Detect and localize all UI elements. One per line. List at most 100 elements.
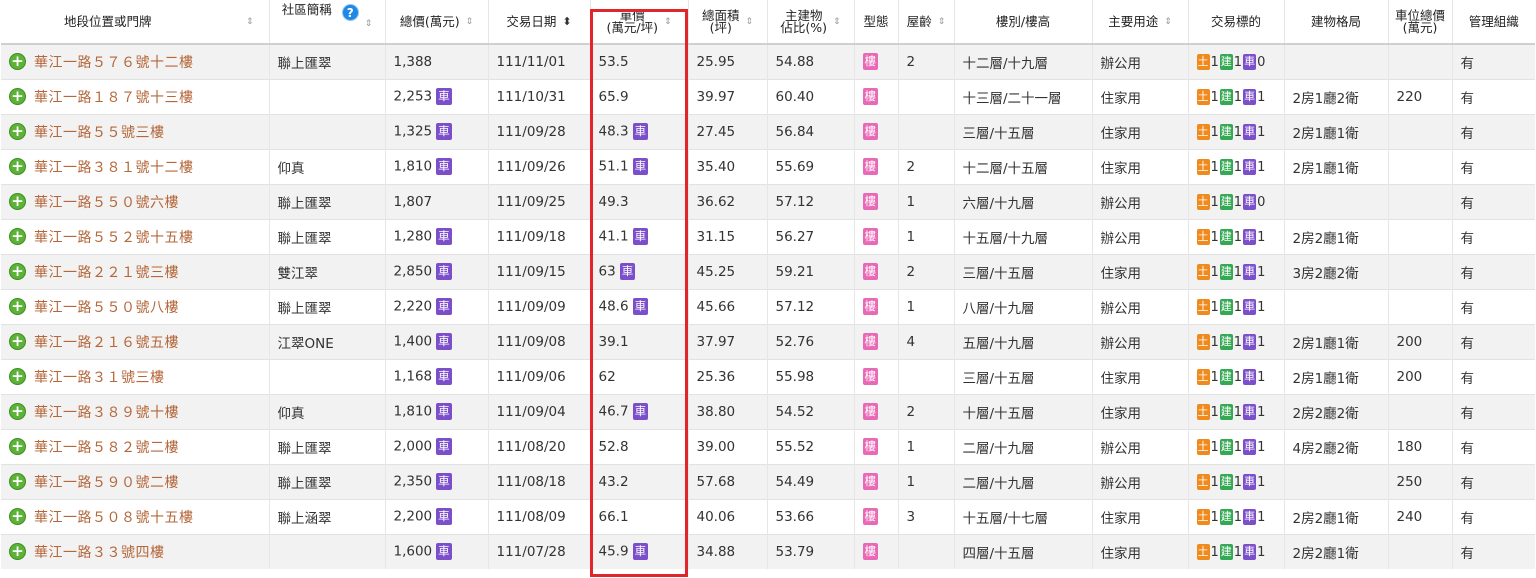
cell-address[interactable]: + 華江一路５７６號十二樓 — [1, 43, 269, 79]
address-link[interactable]: 華江一路３８１號十二樓 — [34, 157, 194, 177]
sort-icon[interactable]: ⇕ — [938, 16, 946, 28]
cell-floor: 二層/十九層 — [953, 463, 1092, 499]
address-link[interactable]: 華江一路２２１號三樓 — [34, 262, 179, 282]
cell-address[interactable]: + 華江一路５５０號八樓 — [1, 288, 269, 324]
table-row[interactable]: + 華江一路３８１號十二樓 仰真 1,810 車 111/09/26 51.1 車 … — [1, 148, 1535, 184]
cell-address[interactable]: + 華江一路５８２號二樓 — [1, 428, 269, 464]
sort-icon[interactable]: ⇕ — [365, 18, 373, 30]
cell-parking-price: 240 — [1387, 498, 1452, 534]
table-row[interactable]: + 華江一路５８２號二樓 聯上匯翠 2,000 車 111/08/20 52.8 … — [1, 428, 1535, 464]
cell-layout: 2房1廳1衛 — [1283, 148, 1388, 184]
address-link[interactable]: 華江一路５０８號十五樓 — [34, 507, 194, 527]
building-type-icon: 樓 — [862, 53, 878, 71]
expand-plus-icon[interactable]: + — [9, 263, 26, 280]
expand-plus-icon[interactable]: + — [9, 368, 26, 385]
cell-address[interactable]: + 華江一路５０８號十五樓 — [1, 498, 269, 534]
cell-main-ratio: 59.21 — [766, 253, 854, 289]
address-link[interactable]: 華江一路１８７號十三樓 — [34, 87, 194, 107]
sort-icon[interactable]: ⇕ — [833, 16, 841, 28]
table-row[interactable]: + 華江一路５０８號十五樓 聯上涵翠 2,200 車 111/08/09 66.1… — [1, 498, 1535, 534]
header-total-price[interactable]: 總價(萬元) ⇕ — [384, 0, 488, 45]
expand-plus-icon[interactable]: + — [9, 88, 26, 105]
cell-management: 有 — [1451, 43, 1535, 79]
cell-layout: 2房2廳1衛 — [1283, 533, 1388, 569]
total-price-value: 1,810 — [393, 158, 433, 175]
expand-plus-icon[interactable]: + — [9, 123, 26, 140]
sort-desc-icon[interactable]: ⬍ — [562, 15, 571, 28]
cell-address[interactable]: + 華江一路２２１號三樓 — [1, 253, 269, 289]
cell-address[interactable]: + 華江一路５５號三樓 — [1, 113, 269, 149]
sort-icon[interactable]: ⇕ — [246, 16, 254, 28]
expand-plus-icon[interactable]: + — [9, 228, 26, 245]
expand-plus-icon[interactable]: + — [9, 473, 26, 490]
help-icon[interactable]: ? — [341, 4, 359, 21]
expand-plus-icon[interactable]: + — [9, 438, 26, 455]
header-usage[interactable]: 主要用途 ⇕ — [1091, 0, 1188, 45]
expand-plus-icon[interactable]: + — [9, 543, 26, 561]
table-row[interactable]: + 華江一路２１６號五樓 江翠ONE 1,400 車 111/09/08 39.1… — [1, 323, 1535, 359]
expand-plus-icon[interactable]: + — [9, 158, 26, 175]
cell-community — [268, 533, 385, 569]
expand-plus-icon[interactable]: + — [9, 298, 26, 315]
table-row[interactable]: + 華江一路３８９號十樓 仰真 1,810 車 111/09/04 46.7 車 3… — [1, 393, 1535, 429]
address-link[interactable]: 華江一路３３號四樓 — [34, 542, 165, 562]
cell-address[interactable]: + 華江一路３１號三樓 — [1, 358, 269, 394]
table-row[interactable]: + 華江一路１８７號十三樓 2,253 車 111/10/31 65.9 39.9… — [1, 78, 1535, 114]
table-row[interactable]: + 華江一路５５號三樓 1,325 車 111/09/28 48.3 車 27.45… — [1, 113, 1535, 149]
sort-icon[interactable]: ⇕ — [1164, 16, 1172, 28]
table-row[interactable]: + 華江一路２２１號三樓 雙江翠 2,850 車 111/09/15 63 車 45… — [1, 253, 1535, 289]
table-row[interactable]: + 華江一路３３號四樓 1,600 車 111/07/28 45.9 車 34.88… — [1, 533, 1535, 569]
car-badge-icon: 車 — [632, 298, 649, 315]
cell-target: 土1 建1 車1 — [1187, 498, 1284, 534]
cell-address[interactable]: + 華江一路３３號四樓 — [1, 533, 269, 569]
header-date[interactable]: 交易日期 ⬍ — [487, 0, 590, 45]
cell-layout: 4房2廳2衛 — [1283, 428, 1388, 464]
sort-icon[interactable]: ⇕ — [745, 16, 753, 28]
expand-plus-icon[interactable]: + — [9, 508, 26, 525]
address-link[interactable]: 華江一路５７６號十二樓 — [34, 52, 194, 72]
sort-icon[interactable]: ⇕ — [664, 16, 672, 28]
expand-plus-icon[interactable]: + — [9, 53, 26, 71]
header-age[interactable]: 屋齡 ⇕ — [897, 0, 954, 45]
table-row[interactable]: + 華江一路５５０號八樓 聯上匯翠 2,220 車 111/09/09 48.6 車… — [1, 288, 1535, 324]
table-row[interactable]: + 華江一路３１號三樓 1,168 車 111/09/06 62 25.36 55… — [1, 358, 1535, 394]
building-count: 1 — [1233, 509, 1243, 525]
cell-total-price: 1,810 車 — [384, 393, 488, 429]
header-community[interactable]: 社區簡稱 ? ⇕ — [268, 0, 385, 45]
table-row[interactable]: + 華江一路５５０號六樓 聯上匯翠 1,807 111/09/25 49.3 3… — [1, 183, 1535, 219]
address-link[interactable]: 華江一路３８９號十樓 — [34, 402, 179, 422]
cell-type: 樓 — [853, 428, 898, 464]
cell-address[interactable]: + 華江一路１８７號十三樓 — [1, 78, 269, 114]
table-row[interactable]: + 華江一路５９０號二樓 聯上匯翠 2,350 車 111/08/18 43.2 … — [1, 463, 1535, 499]
building-count: 1 — [1233, 229, 1243, 245]
address-link[interactable]: 華江一路３１號三樓 — [34, 367, 165, 387]
address-link[interactable]: 華江一路２１６號五樓 — [34, 332, 179, 352]
cell-type: 樓 — [853, 253, 898, 289]
cell-address[interactable]: + 華江一路５５０號六樓 — [1, 183, 269, 219]
header-main-ratio[interactable]: 主建物 佔比(%) ⇕ — [766, 0, 854, 45]
header-address[interactable]: 地段位置或門牌 ⇕ — [1, 0, 269, 45]
header-unit-price[interactable]: 單價 (萬元/坪) ⇕ — [589, 0, 688, 45]
address-link[interactable]: 華江一路５５２號十五樓 — [34, 227, 194, 247]
table-row[interactable]: + 華江一路５５２號十五樓 聯上匯翠 1,280 車 111/09/18 41.1… — [1, 218, 1535, 254]
cell-address[interactable]: + 華江一路５９０號二樓 — [1, 463, 269, 499]
cell-address[interactable]: + 華江一路５５２號十五樓 — [1, 218, 269, 254]
address-link[interactable]: 華江一路５５號三樓 — [34, 122, 165, 142]
cell-address[interactable]: + 華江一路３８９號十樓 — [1, 393, 269, 429]
table-row[interactable]: + 華江一路５７６號十二樓 聯上匯翠 1,388 111/11/01 53.5 … — [1, 43, 1535, 79]
cell-address[interactable]: + 華江一路３８１號十二樓 — [1, 148, 269, 184]
cell-unit-price: 53.5 — [589, 43, 688, 79]
address-link[interactable]: 華江一路５５０號六樓 — [34, 192, 179, 212]
building-badge-icon: 建 — [1219, 474, 1233, 490]
address-link[interactable]: 華江一路５９０號二樓 — [34, 472, 179, 492]
sort-icon[interactable]: ⇕ — [466, 16, 474, 28]
expand-plus-icon[interactable]: + — [9, 333, 26, 350]
cell-usage: 住家用 — [1091, 358, 1188, 394]
cell-community — [268, 78, 385, 114]
address-link[interactable]: 華江一路５５０號八樓 — [34, 297, 179, 317]
cell-address[interactable]: + 華江一路２１６號五樓 — [1, 323, 269, 359]
header-total-area[interactable]: 總面積 (坪) ⇕ — [687, 0, 767, 45]
expand-plus-icon[interactable]: + — [9, 193, 26, 210]
address-link[interactable]: 華江一路５８２號二樓 — [34, 437, 179, 457]
expand-plus-icon[interactable]: + — [9, 403, 26, 420]
